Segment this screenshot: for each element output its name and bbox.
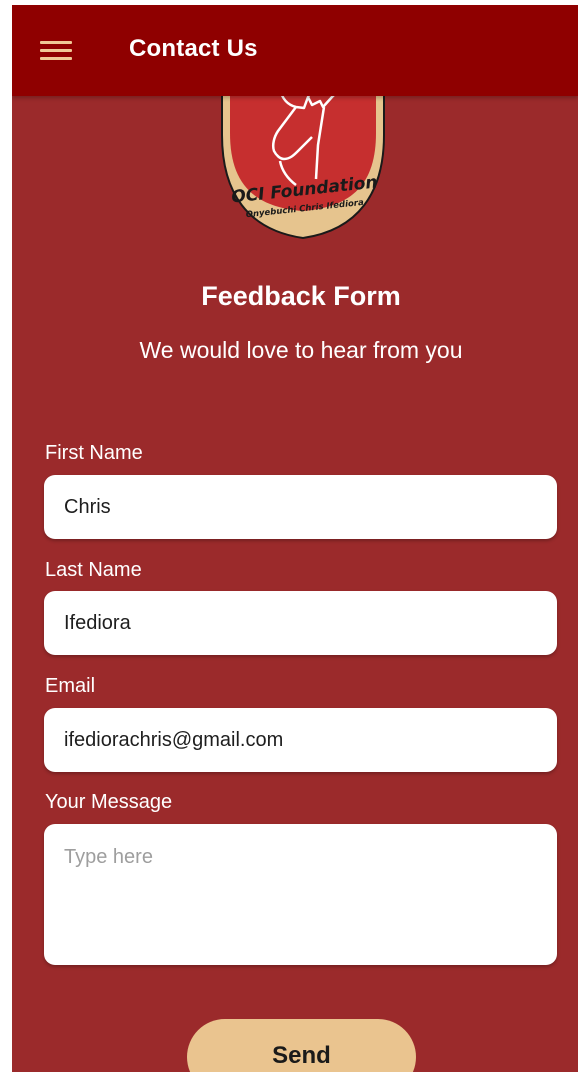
send-button[interactable]: Send (187, 1019, 416, 1072)
message-label: Your Message (45, 791, 173, 813)
oci-foundation-logo: OCI Foundation Onyebuchi Chris Ifediora (221, 75, 385, 240)
app-bar: Contact Us (12, 5, 578, 96)
last-name-field[interactable]: Ifediora (44, 591, 557, 655)
app-screen: Contact Us OCI Foundation Onyebuchi Chri… (12, 5, 578, 1072)
first-name-field[interactable]: Chris (44, 475, 557, 539)
hamburger-menu-icon[interactable] (40, 41, 72, 61)
last-name-label: Last Name (45, 559, 142, 581)
email-label: Email (45, 675, 96, 697)
first-name-label: First Name (45, 442, 143, 464)
message-textarea[interactable]: Type here (44, 824, 557, 965)
page-title: Contact Us (129, 35, 258, 62)
email-field[interactable]: ifediorachris@gmail.com (44, 708, 557, 772)
form-subtitle: We would love to hear from you (139, 337, 463, 363)
form-title: Feedback Form (201, 281, 401, 311)
message-placeholder: Type here (64, 846, 153, 868)
